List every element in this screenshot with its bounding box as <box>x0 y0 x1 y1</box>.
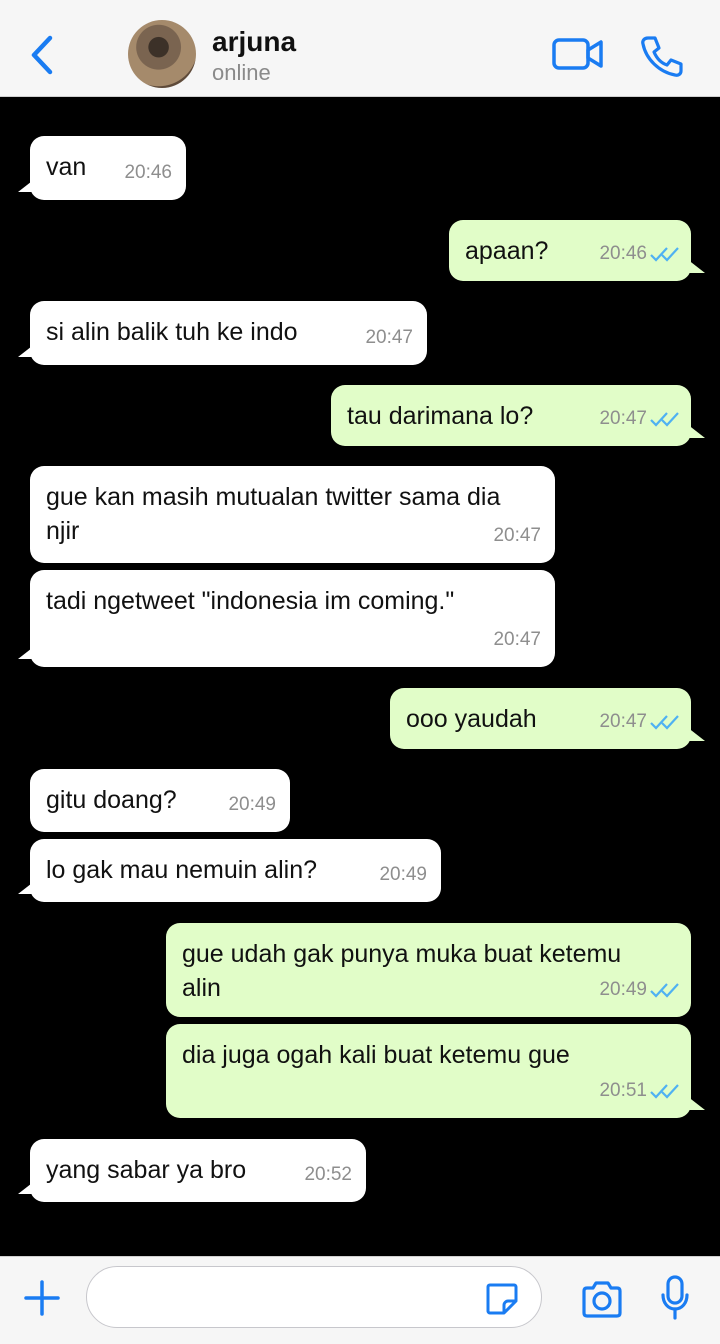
message-meta: 20:47 <box>599 402 683 436</box>
message-meta: 20:51 <box>599 1074 683 1108</box>
message-bubble-outgoing[interactable]: ooo yaudah 20:47 <box>390 688 705 749</box>
message-bubble-incoming[interactable]: si alin balik tuh ke indo 20:47 <box>18 301 427 365</box>
message-bubble-outgoing[interactable]: apaan? 20:46 <box>449 220 705 281</box>
bubble-tail <box>18 645 36 659</box>
camera-icon[interactable] <box>580 1279 624 1319</box>
video-camera-icon[interactable] <box>552 34 604 74</box>
message-time: 20:49 <box>599 979 647 1000</box>
message-time: 20:47 <box>493 525 541 546</box>
message-text: gue udah gak punya muka buat ketemu alin <box>182 940 622 1002</box>
message-time: 20:51 <box>599 1080 647 1101</box>
message-text: si alin balik tuh ke indo <box>46 318 298 346</box>
message-text: gue kan masih mutualan twitter sama dia … <box>46 483 501 545</box>
message-text: lo gak mau nemuin alin? <box>46 856 317 884</box>
double-check-icon <box>650 1084 679 1099</box>
double-check-icon <box>650 412 679 427</box>
double-check-icon <box>650 983 679 998</box>
message-bubble-outgoing[interactable]: gue udah gak punya muka buat ketemu alin… <box>166 923 691 1017</box>
sticker-icon[interactable] <box>484 1281 520 1317</box>
message-time: 20:49 <box>228 794 276 815</box>
message-time: 20:47 <box>493 629 541 650</box>
bubble-tail <box>18 1180 36 1194</box>
bubble-tail <box>18 178 36 192</box>
message-time: 20:46 <box>124 162 172 183</box>
bubble-tail <box>18 880 36 894</box>
message-bubble-incoming[interactable]: van 20:46 <box>18 136 186 200</box>
message-time: 20:47 <box>599 711 647 732</box>
message-time: 20:47 <box>599 408 647 429</box>
message-bubble-incoming[interactable]: tadi ngetweet "indonesia im coming." 20:… <box>18 570 555 667</box>
message-meta: 20:47 <box>599 705 683 739</box>
bubble-tail <box>18 343 36 357</box>
double-check-icon <box>650 715 679 730</box>
bubble-tail <box>687 424 705 438</box>
chevron-left-icon[interactable] <box>26 32 58 78</box>
message-bubble-outgoing[interactable]: tau darimana lo? 20:47 <box>331 385 705 446</box>
message-text: dia juga ogah kali buat ketemu gue <box>182 1041 570 1069</box>
bubble-tail <box>687 259 705 273</box>
avatar[interactable] <box>128 20 196 88</box>
message-bubble-incoming[interactable]: lo gak mau nemuin alin? 20:49 <box>18 839 441 902</box>
microphone-icon[interactable] <box>660 1275 690 1321</box>
message-bubble-incoming[interactable]: gitu doang? 20:49 <box>30 769 290 832</box>
bubble-tail <box>687 1096 705 1110</box>
message-bubble-outgoing[interactable]: dia juga ogah kali buat ketemu gue 20:51 <box>166 1024 705 1118</box>
message-time: 20:49 <box>379 864 427 885</box>
message-meta: 20:49 <box>599 973 683 1007</box>
message-meta: 20:46 <box>599 237 683 271</box>
message-input[interactable] <box>86 1266 542 1328</box>
message-time: 20:52 <box>304 1164 352 1185</box>
plus-icon[interactable] <box>22 1278 62 1318</box>
chat-header: arjuna online <box>0 0 720 97</box>
message-bubble-incoming[interactable]: gue kan masih mutualan twitter sama dia … <box>30 466 555 563</box>
double-check-icon <box>650 247 679 262</box>
message-time: 20:46 <box>599 243 647 264</box>
contact-status: online <box>212 60 271 85</box>
phone-icon[interactable] <box>640 34 684 78</box>
composer-bar <box>0 1256 720 1344</box>
message-text: tadi ngetweet "indonesia im coming." <box>46 587 455 615</box>
message-bubble-incoming[interactable]: yang sabar ya bro 20:52 <box>18 1139 366 1202</box>
contact-name[interactable]: arjuna <box>212 26 296 58</box>
bubble-tail <box>687 727 705 741</box>
message-time: 20:47 <box>365 327 413 348</box>
